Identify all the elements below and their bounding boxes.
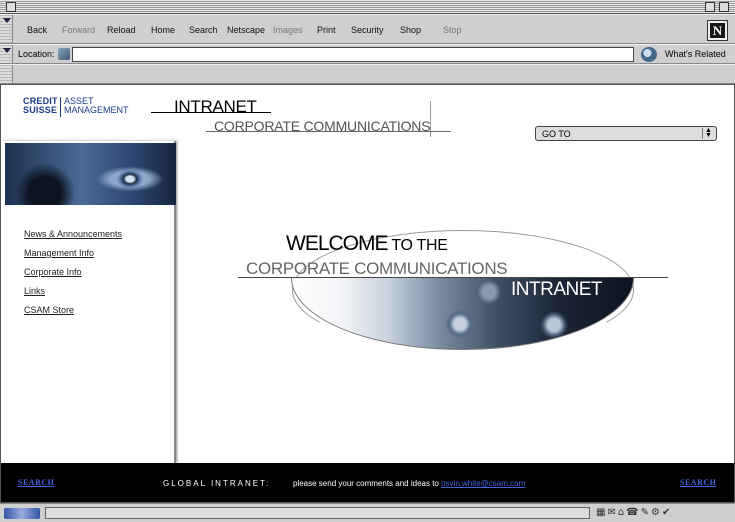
zoom-box-icon[interactable]: [705, 2, 715, 12]
print-button[interactable]: Print: [317, 25, 336, 35]
sidebar-nav: News & Announcements Management Info Cor…: [24, 225, 122, 320]
navigation-toolbar: Back Forward Reload Home Search Netscape…: [0, 14, 735, 44]
personal-grip[interactable]: [0, 65, 13, 83]
goto-select[interactable]: GO TO ▲ ▼: [535, 126, 717, 141]
location-grip[interactable]: [0, 45, 13, 63]
main-content: WELCOME TO THE CORPORATE COMMUNICATIONS …: [178, 141, 734, 463]
goto-label: GO TO: [542, 129, 571, 139]
footer-search-link-left[interactable]: SEARCH: [18, 478, 54, 487]
location-bar: Location: What's Related: [0, 44, 735, 64]
nav-link-management-info[interactable]: Management Info: [24, 244, 122, 263]
back-button[interactable]: Back: [27, 25, 47, 35]
status-bar: ▦✉⌂☎✎⚙✔: [0, 503, 735, 522]
header-rule: [206, 131, 451, 132]
welcome-to-the: TO THE: [387, 237, 448, 254]
close-box-icon[interactable]: [6, 2, 16, 12]
welcome-subtitle: CORPORATE COMMUNICATIONS: [246, 259, 508, 278]
component-bar-icons[interactable]: ▦✉⌂☎✎⚙✔: [596, 507, 672, 518]
welcome-intranet: INTRANET: [511, 279, 603, 300]
shop-button[interactable]: Shop: [400, 25, 421, 35]
page-header: CREDIT SUISSE ASSET MANAGEMENT INTRANET …: [1, 85, 734, 141]
nav-link-corporate-info[interactable]: Corporate Info: [24, 263, 122, 282]
location-input[interactable]: [72, 47, 634, 62]
logo-suisse: SUISSE: [23, 105, 58, 115]
search-button[interactable]: Search: [189, 25, 218, 35]
security-button[interactable]: Security: [351, 25, 384, 35]
window-title-bar[interactable]: [0, 0, 735, 14]
location-label: Location:: [18, 49, 55, 59]
credit-suisse-logo: CREDIT SUISSE ASSET MANAGEMENT: [23, 97, 129, 117]
logo-asset-management: ASSET MANAGEMENT: [64, 97, 129, 115]
welcome-heading: WELCOME TO THE: [286, 232, 448, 256]
nav-link-csam-store[interactable]: CSAM Store: [24, 301, 122, 320]
home-button[interactable]: Home: [151, 25, 175, 35]
nav-link-links[interactable]: Links: [24, 282, 122, 301]
images-button[interactable]: Images: [273, 25, 303, 35]
page-footer: SEARCH GLOBAL INTRANET: please send your…: [1, 463, 734, 502]
footer-global-intranet: GLOBAL INTRANET:: [163, 479, 271, 488]
footer-email-link[interactable]: osvin.white@csam.com: [441, 479, 525, 488]
logo-management: MANAGEMENT: [64, 105, 129, 115]
sidebar: News & Announcements Management Info Cor…: [1, 141, 176, 463]
netscape-button[interactable]: Netscape: [227, 25, 265, 35]
collapse-arrow-icon: [3, 48, 11, 53]
header-title: INTRANET: [174, 97, 257, 116]
eye-image: [5, 143, 176, 205]
status-text-field: [45, 507, 590, 519]
logo-divider: [60, 97, 61, 117]
page-proxy-icon[interactable]: [58, 48, 70, 60]
footer-search-link-right[interactable]: SEARCH: [680, 478, 716, 487]
footer-message: please send your comments and ideas to o…: [293, 479, 525, 488]
toolbar-grip[interactable]: [0, 15, 13, 43]
stop-button[interactable]: Stop: [443, 25, 462, 35]
collapse-box-icon[interactable]: [719, 2, 729, 12]
security-lock-icon[interactable]: [4, 508, 40, 519]
page-viewport: CREDIT SUISSE ASSET MANAGEMENT INTRANET …: [0, 84, 735, 503]
personal-toolbar: [0, 64, 735, 84]
forward-button[interactable]: Forward: [62, 25, 95, 35]
whats-related-icon[interactable]: [641, 47, 657, 62]
footer-message-text: please send your comments and ideas to: [293, 479, 442, 488]
reload-button[interactable]: Reload: [107, 25, 136, 35]
collapse-arrow-icon: [3, 18, 11, 23]
netscape-logo[interactable]: N: [707, 20, 728, 41]
select-arrows-icon: ▲ ▼: [702, 127, 714, 139]
welcome-word: WELCOME: [286, 232, 389, 255]
nav-link-news[interactable]: News & Announcements: [24, 225, 122, 244]
whats-related-button[interactable]: What's Related: [665, 49, 726, 59]
